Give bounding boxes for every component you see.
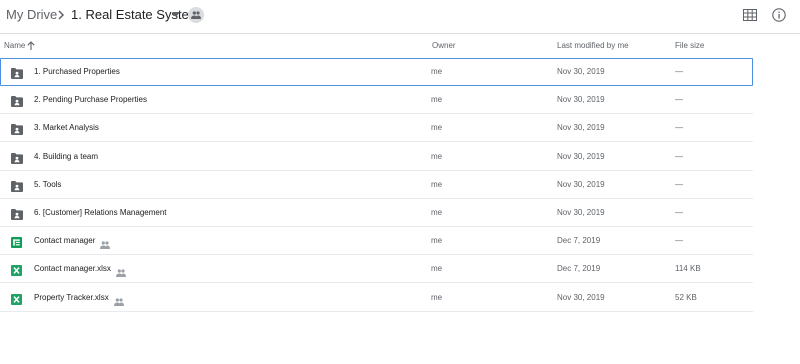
file-name: 6. [Customer] Relations Management — [34, 208, 167, 217]
people-icon — [114, 293, 124, 306]
info-icon[interactable] — [772, 8, 786, 22]
shared-folder-icon — [11, 122, 23, 136]
file-size: 52 KB — [675, 292, 697, 302]
file-size: — — [675, 179, 683, 189]
caret-down-icon[interactable] — [172, 12, 180, 17]
file-owner: me — [431, 179, 443, 189]
file-owner: me — [431, 95, 443, 105]
file-last-modified: Nov 30, 2019 — [557, 95, 605, 105]
file-last-modified: Nov 30, 2019 — [557, 123, 605, 133]
header-divider — [0, 33, 800, 34]
file-name: 1. Purchased Properties — [34, 67, 120, 76]
file-size: — — [675, 208, 683, 217]
file-row[interactable]: Property Tracker.xlsx me Nov 30, 2019 52 KB — [0, 284, 753, 312]
file-size: 114 KB — [675, 264, 701, 274]
file-last-modified: Dec 7, 2019 — [557, 264, 601, 274]
file-name: Contact manager — [34, 236, 96, 246]
file-name: Property Tracker.xlsx — [34, 292, 109, 302]
people-icon — [100, 236, 110, 250]
file-name: 5. Tools — [34, 179, 62, 189]
column-header-owner[interactable]: Owner — [432, 41, 456, 50]
file-owner: me — [431, 67, 443, 76]
file-size: — — [675, 95, 683, 105]
file-owner: me — [431, 264, 443, 274]
drive-header: My Drive 1. Real Estate System — [0, 0, 800, 33]
grid-view-icon[interactable] — [743, 9, 757, 21]
file-row[interactable]: 1. Purchased Properties me Nov 30, 2019 — — [0, 58, 753, 86]
file-last-modified: Nov 30, 2019 — [557, 151, 605, 161]
file-name: 4. Building a team — [34, 151, 99, 161]
file-owner: me — [431, 292, 443, 302]
excel-icon — [11, 292, 23, 305]
google-sheets-icon — [11, 235, 23, 249]
file-row[interactable]: 5. Tools me Nov 30, 2019 — — [0, 171, 753, 199]
chevron-right-icon — [58, 10, 65, 20]
file-last-modified: Dec 7, 2019 — [557, 236, 601, 246]
file-last-modified: Nov 30, 2019 — [557, 292, 605, 302]
file-name: 2. Pending Purchase Properties — [34, 95, 147, 105]
file-owner: me — [431, 208, 443, 217]
file-size: — — [675, 236, 683, 246]
shared-folder-icon — [11, 66, 23, 79]
people-icon — [191, 11, 201, 19]
file-size: — — [675, 123, 683, 133]
file-owner: me — [431, 151, 443, 161]
file-name: 3. Market Analysis — [34, 123, 99, 133]
column-header-name[interactable]: Name — [4, 41, 25, 50]
shared-folder-icon — [11, 151, 23, 164]
file-row[interactable]: 2. Pending Purchase Properties me Nov 30, … — [0, 86, 753, 115]
file-name: Contact manager.xlsx — [34, 264, 111, 274]
shared-folder-icon — [11, 94, 23, 108]
shared-folder-icon — [11, 207, 23, 220]
file-last-modified: Nov 30, 2019 — [557, 67, 605, 76]
people-icon — [116, 264, 126, 278]
breadcrumb-my-drive[interactable]: My Drive — [6, 7, 57, 22]
file-row[interactable]: Contact manager.xlsx me Dec 7, 2019 114 KB — [0, 255, 753, 284]
file-row[interactable]: 4. Building a team me Nov 30, 2019 — — [0, 143, 753, 171]
arrow-up-icon[interactable] — [27, 41, 35, 50]
column-header-file-size[interactable]: File size — [675, 41, 704, 50]
shared-folder-badge — [188, 7, 204, 23]
file-row[interactable]: Contact manager me Dec 7, 2019 — — [0, 227, 753, 256]
file-owner: me — [431, 123, 443, 133]
file-row[interactable]: 3. Market Analysis me Nov 30, 2019 — — [0, 114, 753, 143]
file-row[interactable]: 6. [Customer] Relations Management me Nov … — [0, 199, 753, 227]
shared-folder-icon — [11, 179, 23, 192]
excel-icon — [11, 263, 23, 277]
file-owner: me — [431, 236, 443, 246]
file-size: — — [675, 151, 683, 161]
file-last-modified: Nov 30, 2019 — [557, 179, 605, 189]
file-last-modified: Nov 30, 2019 — [557, 208, 605, 217]
file-size: — — [675, 67, 683, 76]
column-header-last-modified[interactable]: Last modified by me — [557, 41, 629, 50]
breadcrumb-current-folder[interactable]: 1. Real Estate System — [71, 7, 200, 22]
